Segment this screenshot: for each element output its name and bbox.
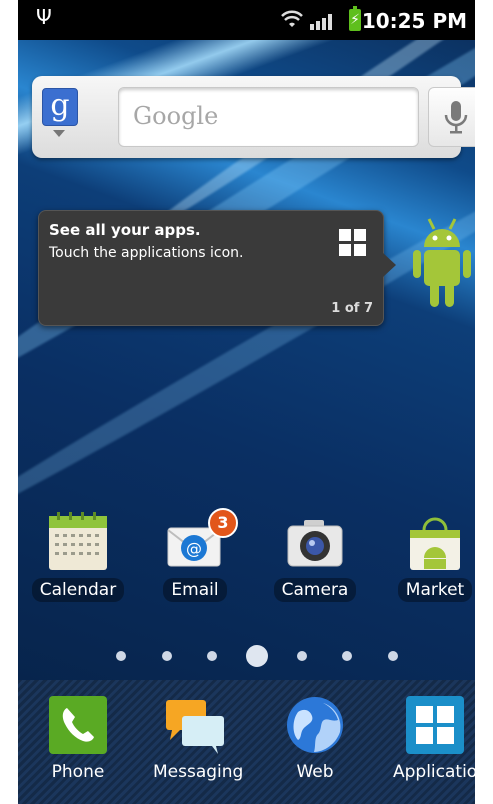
tooltip-body: Touch the applications icon. bbox=[49, 245, 244, 261]
dock-app-applications[interactable]: Applications bbox=[385, 694, 475, 784]
page-dot[interactable] bbox=[162, 651, 172, 661]
usb-icon: Ψ bbox=[36, 5, 52, 29]
search-placeholder: Google bbox=[133, 102, 219, 130]
dock-app-web[interactable]: Web bbox=[265, 694, 365, 784]
search-input[interactable]: Google bbox=[118, 87, 419, 147]
applications-grid-icon bbox=[339, 229, 367, 257]
globe-icon bbox=[284, 694, 346, 756]
status-bar: Ψ ⚡ 10:25 PM bbox=[18, 0, 475, 40]
page-dot-current[interactable] bbox=[246, 645, 268, 667]
phone-icon bbox=[47, 694, 109, 756]
svg-text:@: @ bbox=[186, 539, 202, 558]
signal-icon bbox=[310, 14, 332, 30]
camera-icon bbox=[284, 512, 346, 574]
wifi-icon bbox=[281, 10, 303, 27]
google-logo-button[interactable]: g bbox=[42, 88, 78, 126]
app-label: Email bbox=[163, 578, 227, 602]
page-dot[interactable] bbox=[297, 651, 307, 661]
email-icon: @ 3 bbox=[164, 508, 238, 574]
market-icon bbox=[404, 512, 466, 574]
tooltip-counter: 1 of 7 bbox=[331, 301, 373, 316]
email-badge-count: 3 bbox=[217, 513, 229, 532]
messaging-icon bbox=[164, 694, 226, 756]
page-dot[interactable] bbox=[207, 651, 217, 661]
app-label: Phone bbox=[51, 762, 105, 782]
app-label: Market bbox=[397, 578, 473, 602]
app-label: Calendar bbox=[31, 578, 125, 602]
page-dot[interactable] bbox=[116, 651, 126, 661]
app-label: Camera bbox=[273, 578, 357, 602]
app-market[interactable]: Market bbox=[385, 512, 475, 602]
page-dot[interactable] bbox=[342, 651, 352, 661]
page-dot[interactable] bbox=[388, 651, 398, 661]
app-label: Applications bbox=[393, 762, 475, 782]
battery-charging-icon: ⚡ bbox=[349, 6, 361, 31]
home-screen: Ψ ⚡ 10:25 PM g Google See all your apps.… bbox=[18, 0, 475, 804]
dock-app-phone[interactable]: Phone bbox=[28, 694, 128, 784]
microphone-icon bbox=[444, 101, 468, 134]
app-calendar[interactable]: Calendar bbox=[28, 512, 128, 602]
tooltip-see-all-apps[interactable]: See all your apps. Touch the application… bbox=[38, 210, 396, 326]
calendar-icon bbox=[47, 512, 109, 574]
voice-search-button[interactable] bbox=[428, 87, 475, 147]
app-label: Messaging bbox=[153, 762, 244, 782]
status-time: 10:25 PM bbox=[361, 9, 467, 33]
app-email[interactable]: @ 3 Email bbox=[145, 508, 245, 602]
app-camera[interactable]: Camera bbox=[265, 512, 365, 602]
google-search-widget: g Google bbox=[32, 76, 475, 158]
android-robot-icon bbox=[413, 218, 471, 307]
chevron-down-icon[interactable] bbox=[53, 130, 65, 137]
app-label: Web bbox=[296, 762, 334, 782]
email-badge: 3 bbox=[208, 508, 238, 538]
google-logo-letter: g bbox=[50, 88, 70, 123]
applications-icon bbox=[404, 694, 466, 756]
dock-app-messaging[interactable]: Messaging bbox=[145, 694, 245, 784]
tooltip-title: See all your apps. bbox=[49, 221, 201, 239]
page-indicator[interactable] bbox=[18, 645, 475, 667]
